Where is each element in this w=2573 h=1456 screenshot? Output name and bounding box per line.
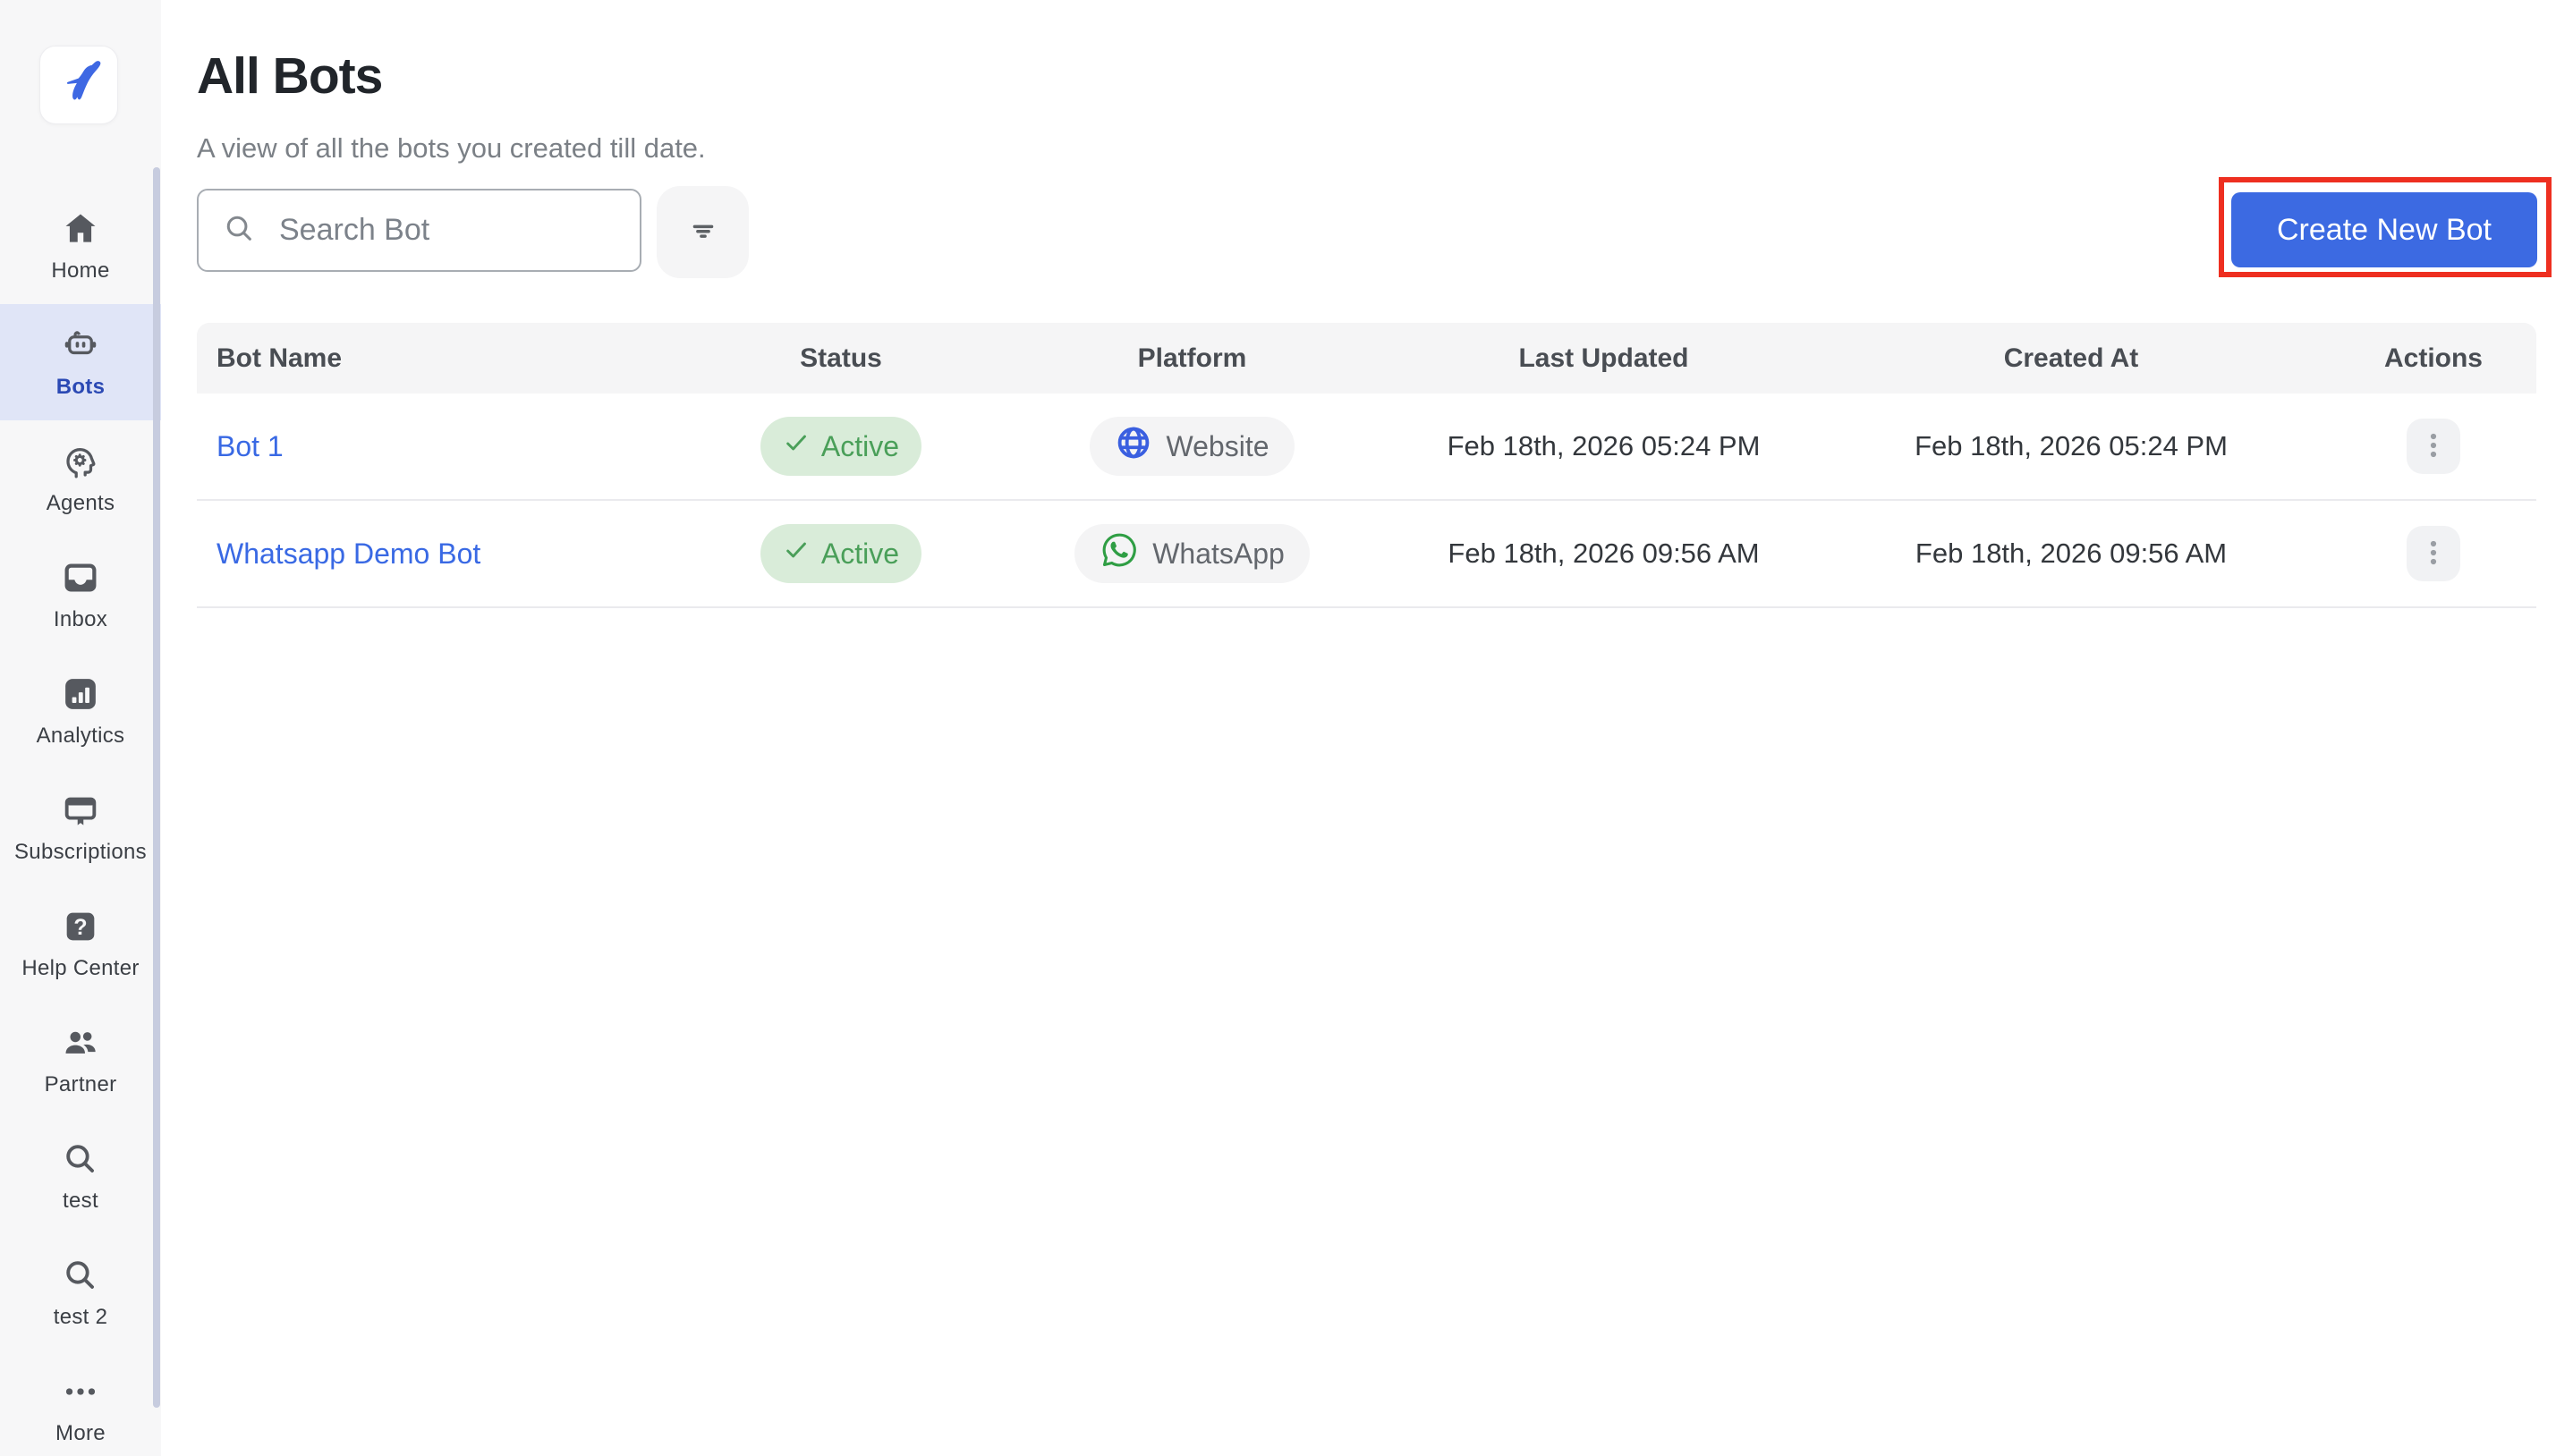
search-icon — [60, 1255, 101, 1296]
globe-icon — [1115, 424, 1152, 469]
bot-name-link[interactable]: Whatsapp Demo Bot — [197, 538, 693, 571]
check-icon — [783, 537, 810, 571]
search-box — [197, 189, 641, 272]
sidebar-item-partner[interactable]: Partner — [0, 1002, 161, 1118]
column-header-status: Status — [800, 343, 882, 373]
filter-button[interactable] — [657, 186, 749, 278]
subscriptions-icon — [60, 790, 101, 831]
column-header-created-at: Created At — [2003, 343, 2139, 373]
sidebar-item-analytics[interactable]: Analytics — [0, 653, 161, 769]
sidebar-item-bots[interactable]: Bots — [0, 304, 161, 420]
sidebar-item-label: Home — [51, 258, 110, 283]
column-header-bot-name: Bot Name — [217, 343, 343, 373]
sidebar-item-label: Inbox — [53, 607, 108, 631]
check-icon — [783, 429, 810, 463]
sidebar-nav: Home Bots Agents Inbox Analytics Subscri… — [0, 188, 161, 1456]
more-icon — [60, 1371, 101, 1412]
sidebar-item-label: More — [55, 1421, 106, 1445]
sidebar-item-label: Analytics — [36, 724, 125, 748]
help-icon: ? — [60, 906, 101, 947]
sidebar-item-label: test — [63, 1189, 98, 1213]
sidebar-item-help-center[interactable]: ? Help Center — [0, 885, 161, 1002]
sidebar-item-subscriptions[interactable]: Subscriptions — [0, 769, 161, 885]
bot-name-link[interactable]: Bot 1 — [197, 430, 693, 463]
column-header-actions: Actions — [2383, 343, 2483, 373]
page-title: All Bots — [197, 47, 383, 105]
status-label: Active — [820, 537, 900, 570]
bots-table: Bot Name Status Platform Last Updated Cr… — [197, 323, 2536, 608]
row-actions-button[interactable] — [2407, 419, 2460, 474]
created-at-cell: Feb 18th, 2026 09:56 AM — [1915, 538, 2228, 569]
sidebar-item-label: Help Center — [21, 956, 140, 980]
sidebar-item-inbox[interactable]: Inbox — [0, 537, 161, 653]
table-row: Whatsapp Demo Bot Active WhatsApp Feb 18… — [197, 501, 2536, 608]
search-input[interactable] — [279, 213, 616, 248]
filter-icon — [683, 210, 724, 254]
column-header-platform: Platform — [1137, 343, 1247, 373]
status-badge: Active — [760, 417, 921, 476]
created-at-cell: Feb 18th, 2026 05:24 PM — [1915, 430, 2228, 461]
last-updated-cell: Feb 18th, 2026 09:56 AM — [1448, 538, 1760, 569]
sidebar-item-label: test 2 — [53, 1305, 108, 1329]
app-root: Home Bots Agents Inbox Analytics Subscri… — [0, 0, 2573, 1456]
robot-icon — [60, 325, 101, 366]
table-header: Bot Name Status Platform Last Updated Cr… — [197, 323, 2536, 394]
sidebar-item-label: Partner — [44, 1072, 117, 1096]
sidebar-item-label: Bots — [55, 375, 106, 399]
search-icon — [222, 211, 256, 250]
sidebar-item-label: Agents — [46, 491, 115, 515]
status-label: Active — [820, 429, 900, 462]
svg-text:?: ? — [73, 915, 87, 940]
sidebar-item-test[interactable]: test — [0, 1118, 161, 1234]
sidebar-item-more[interactable]: More — [0, 1350, 161, 1456]
row-actions-button[interactable] — [2407, 526, 2460, 581]
platform-badge: Website — [1090, 417, 1295, 476]
platform-badge: WhatsApp — [1074, 524, 1310, 583]
column-header-last-updated: Last Updated — [1518, 343, 1689, 373]
kebab-icon — [2427, 538, 2440, 570]
page-subtitle: A view of all the bots you created till … — [197, 132, 706, 164]
sidebar-item-test-2[interactable]: test 2 — [0, 1234, 161, 1350]
last-updated-cell: Feb 18th, 2026 05:24 PM — [1447, 430, 1761, 461]
create-new-bot-button[interactable]: Create New Bot — [2231, 192, 2537, 267]
sidebar-item-agents[interactable]: Agents — [0, 420, 161, 537]
penguin-logo-icon — [54, 58, 104, 113]
table-row: Bot 1 Active Website Feb 18th, 2026 05:2… — [197, 394, 2536, 501]
search-icon — [60, 1139, 101, 1180]
sidebar-item-label: Subscriptions — [14, 840, 147, 864]
kebab-icon — [2427, 431, 2440, 462]
platform-label: Website — [1166, 429, 1270, 462]
inbox-icon — [60, 557, 101, 598]
sidebar-scrollbar[interactable] — [153, 167, 160, 1408]
sidebar: Home Bots Agents Inbox Analytics Subscri… — [0, 0, 161, 1456]
home-icon — [60, 208, 101, 250]
analytics-icon — [60, 673, 101, 715]
partner-icon — [60, 1022, 101, 1063]
platform-label: WhatsApp — [1152, 537, 1285, 570]
whatsapp-icon — [1100, 530, 1139, 577]
agent-head-icon — [60, 441, 101, 482]
status-badge: Active — [760, 524, 921, 583]
sidebar-item-home[interactable]: Home — [0, 188, 161, 304]
app-logo[interactable] — [39, 46, 118, 124]
